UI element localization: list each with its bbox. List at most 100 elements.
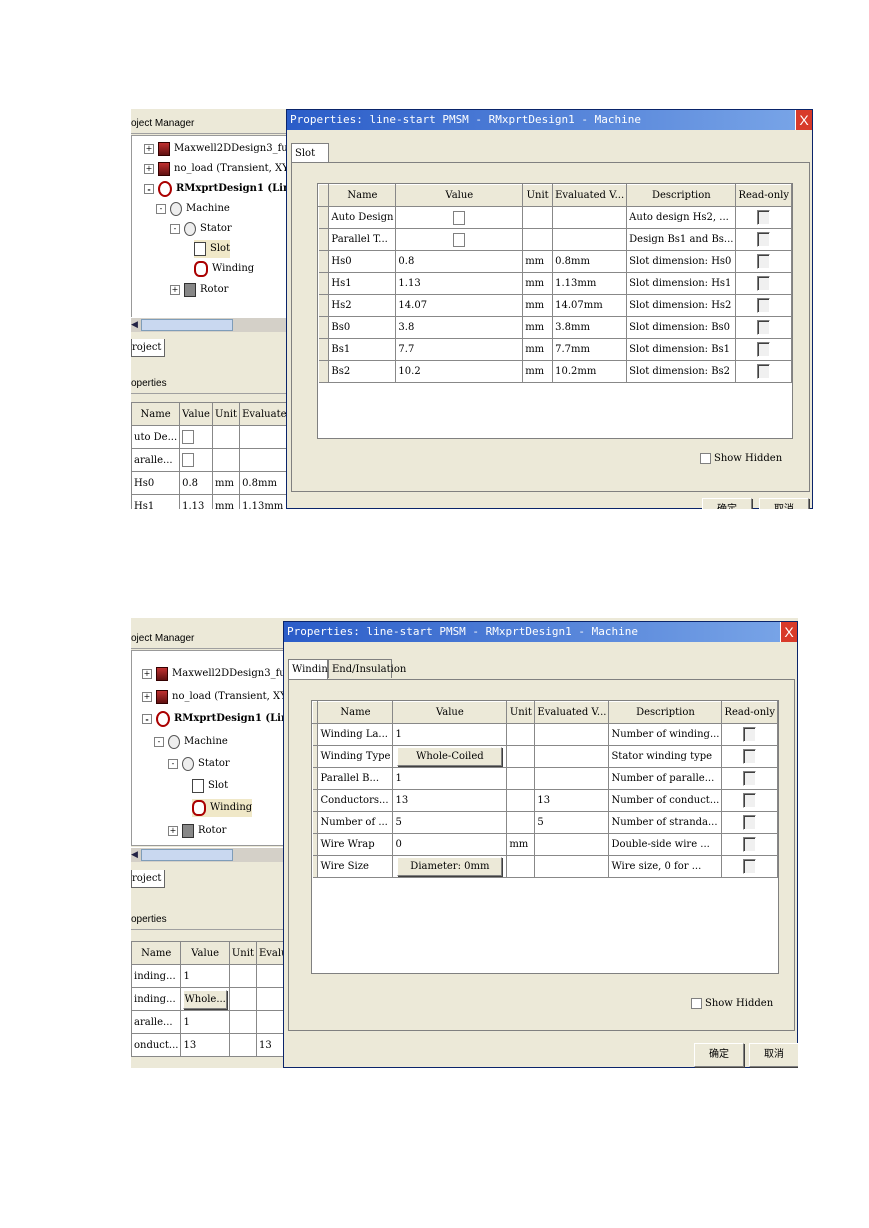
- table-row[interactable]: Number of ... 5 5 Number of stranda...: [312, 811, 778, 834]
- collapse-icon[interactable]: -: [156, 203, 166, 214]
- cell-value[interactable]: 14.07: [395, 294, 524, 317]
- column-header-read-only[interactable]: Read-only: [721, 701, 778, 724]
- show-hidden-checkbox[interactable]: [700, 453, 711, 464]
- ok-button[interactable]: 确定: [694, 1043, 744, 1067]
- scroll-left-icon[interactable]: ◀: [131, 319, 139, 331]
- tree-item-stator[interactable]: - Stator: [168, 755, 230, 773]
- column-header-description[interactable]: Description: [608, 701, 723, 724]
- cell-value[interactable]: Whole-Coiled: [392, 745, 508, 768]
- tree-item-rotor[interactable]: + Rotor: [170, 281, 228, 299]
- cell-value[interactable]: 1.13: [179, 494, 213, 509]
- tree-item-slot[interactable]: Slot: [192, 777, 228, 795]
- cell-value[interactable]: 3.8: [395, 316, 524, 339]
- table-row[interactable]: Wire Wrap 0 mm Double-side wire ...: [312, 833, 778, 856]
- column-header-value[interactable]: Value: [395, 184, 524, 207]
- column-header-unit[interactable]: Unit: [506, 701, 536, 724]
- cell-value[interactable]: [179, 425, 213, 449]
- cell-value[interactable]: 1: [392, 767, 508, 790]
- table-row[interactable]: Hs0 0.8 mm 0.8mm Slot dimension: Hs0: [318, 250, 792, 273]
- expand-icon[interactable]: +: [142, 668, 152, 679]
- table-row[interactable]: Bs2 10.2 mm 10.2mm Slot dimension: Bs2: [318, 360, 792, 383]
- tab-end-insulation[interactable]: End/Insulation: [328, 659, 406, 678]
- cell-value[interactable]: Diameter: 0mm: [392, 855, 508, 878]
- collapse-icon[interactable]: -: [154, 736, 164, 747]
- show-hidden-option[interactable]: Show Hidden: [691, 998, 773, 1009]
- column-header-name[interactable]: Name: [317, 701, 394, 724]
- tree-item-maxwell2d[interactable]: + Maxwell2DDesign3_furai (Tran: [142, 665, 286, 683]
- cell-value[interactable]: [395, 206, 524, 229]
- cell-value[interactable]: 1: [392, 723, 508, 746]
- cell-value[interactable]: 13: [392, 789, 508, 812]
- expand-icon[interactable]: +: [144, 163, 154, 174]
- parallel-tooth-checkbox[interactable]: [453, 232, 466, 247]
- tab-project[interactable]: roject: [131, 870, 165, 888]
- table-row[interactable]: Winding La... 1 Number of winding...: [312, 723, 778, 746]
- tree-item-machine[interactable]: - Machine: [156, 200, 230, 218]
- column-header-evaluated[interactable]: Evaluated V...: [552, 184, 628, 207]
- column-header-value[interactable]: Value: [392, 701, 508, 724]
- winding-type-button[interactable]: Whole-Coiled: [397, 747, 503, 766]
- cell-value[interactable]: 1: [180, 1010, 230, 1034]
- close-button[interactable]: X: [795, 110, 812, 130]
- show-hidden-checkbox[interactable]: [691, 998, 702, 1009]
- column-header-read-only[interactable]: Read-only: [735, 184, 792, 207]
- cell-value[interactable]: 5: [392, 811, 508, 834]
- tree-item-stator[interactable]: - Stator: [170, 220, 232, 238]
- cell-value[interactable]: 7.7: [395, 338, 524, 361]
- tree-item-maxwell2d[interactable]: + Maxwell2DDesign3_furai (Tran: [144, 140, 286, 158]
- tree-horizontal-scrollbar[interactable]: ◀: [131, 317, 287, 332]
- cell-value[interactable]: 0.8: [395, 250, 524, 273]
- expand-icon[interactable]: +: [142, 691, 152, 702]
- scroll-thumb[interactable]: [141, 319, 233, 331]
- table-row[interactable]: Hs1 1.13 mm 1.13mm Slot dimension: Hs1: [318, 272, 792, 295]
- cell-value[interactable]: [395, 228, 524, 251]
- show-hidden-option[interactable]: Show Hidden: [700, 453, 782, 464]
- table-row[interactable]: Wire Size Diameter: 0mm Wire size, 0 for…: [312, 855, 778, 878]
- table-row[interactable]: Winding Type Whole-Coiled Stator winding…: [312, 745, 778, 768]
- column-header-evaluated[interactable]: Evaluated V...: [534, 701, 610, 724]
- collapse-icon[interactable]: -: [142, 713, 152, 724]
- cell-value[interactable]: [179, 448, 213, 472]
- cell-value[interactable]: Whole...: [180, 987, 230, 1011]
- cancel-button[interactable]: 取消: [749, 1043, 798, 1067]
- checkbox[interactable]: [182, 453, 195, 467]
- cancel-button[interactable]: 取消: [759, 498, 809, 509]
- expand-icon[interactable]: +: [168, 825, 178, 836]
- tree-item-rmxprt-design[interactable]: - RMxprtDesign1 (Line-Star: [142, 710, 286, 728]
- cell-value[interactable]: 0.8: [179, 471, 213, 495]
- table-row[interactable]: Conductors... 13 13 Number of conduct...: [312, 789, 778, 812]
- ok-button[interactable]: 确定: [702, 498, 752, 509]
- tree-horizontal-scrollbar[interactable]: ◀: [131, 847, 287, 862]
- auto-design-checkbox[interactable]: [453, 210, 466, 225]
- table-row[interactable]: Parallel B... 1 Number of paralle...: [312, 767, 778, 790]
- table-row[interactable]: Bs0 3.8 mm 3.8mm Slot dimension: Bs0: [318, 316, 792, 339]
- cell-value[interactable]: 1: [180, 964, 230, 988]
- collapse-icon[interactable]: -: [168, 758, 178, 769]
- column-header-description[interactable]: Description: [626, 184, 737, 207]
- column-header-unit[interactable]: Unit: [522, 184, 554, 207]
- table-row[interactable]: Hs2 14.07 mm 14.07mm Slot dimension: Hs2: [318, 294, 792, 317]
- tab-project[interactable]: roject: [131, 339, 165, 357]
- scroll-thumb[interactable]: [141, 849, 233, 861]
- cell-value[interactable]: 0: [392, 833, 508, 856]
- cell-value[interactable]: 13: [180, 1033, 230, 1057]
- expand-icon[interactable]: +: [170, 284, 180, 295]
- tree-item-slot[interactable]: Slot: [194, 240, 231, 258]
- tree-item-machine[interactable]: - Machine: [154, 733, 228, 751]
- expand-icon[interactable]: +: [144, 143, 154, 154]
- tree-item-no-load[interactable]: + no_load (Transient, XY): [144, 160, 286, 178]
- tree-item-winding[interactable]: Winding: [194, 260, 254, 278]
- table-row[interactable]: Parallel T... Design Bs1 and Bs...: [318, 228, 792, 251]
- tree-item-no-load[interactable]: + no_load (Transient, XY): [142, 688, 286, 706]
- wire-size-button[interactable]: Diameter: 0mm: [397, 857, 503, 876]
- cell-value[interactable]: 1.13: [395, 272, 524, 295]
- tab-winding[interactable]: Winding: [288, 659, 334, 679]
- tree-item-rotor[interactable]: + Rotor: [168, 822, 226, 840]
- table-row[interactable]: Bs1 7.7 mm 7.7mm Slot dimension: Bs1: [318, 338, 792, 361]
- close-button[interactable]: X: [780, 622, 797, 642]
- scroll-left-icon[interactable]: ◀: [131, 849, 139, 861]
- checkbox[interactable]: [182, 430, 195, 444]
- table-row[interactable]: Auto Design Auto design Hs2, ...: [318, 206, 792, 229]
- winding-type-button[interactable]: Whole...: [183, 989, 227, 1009]
- tree-item-winding[interactable]: Winding: [192, 799, 253, 817]
